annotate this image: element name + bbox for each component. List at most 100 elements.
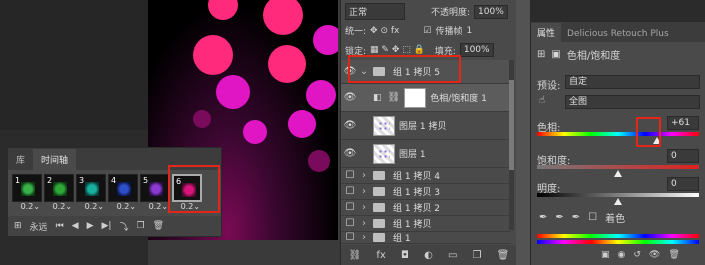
eyedropper-plus-icon[interactable]: ✒ [555,212,563,223]
clip-icon[interactable]: ▣ [601,250,610,260]
chevron-right-icon[interactable]: › [359,232,369,243]
visibility-box[interactable]: ☐ [341,186,359,197]
frame-3[interactable]: 3 0.2⌄ [76,174,106,212]
chevron-right-icon[interactable]: › [359,170,369,181]
trash-icon[interactable]: 🗑 [497,250,510,261]
eye-icon[interactable]: 👁 [341,92,359,103]
layers-panel: 正常 不透明度: 100% 统一: ✥ ⊙ fx ☑ 传播帧 1 锁定: ▦ ✎… [340,0,517,265]
convert-timeline-icon[interactable]: ⊞ [14,221,22,231]
layer-row[interactable]: 👁 ◧ ⛓ 色相/饱和度 1 [341,84,511,112]
prev-frame-icon[interactable]: ◀ [72,221,79,231]
link-icon[interactable]: ⛓ [349,250,362,261]
folder-icon [373,233,385,242]
visibility-box[interactable]: ☐ [341,170,359,181]
hand-icon[interactable]: ☝ [539,95,545,106]
lock-icons[interactable]: ▦ ✎ ✥ ⬚ 🔒 [370,45,425,55]
saturation-bar [537,165,699,169]
panel-divider [516,0,530,265]
loop-select[interactable]: 永远 [30,220,48,233]
layers-scrollbar[interactable] [509,60,514,230]
folder-icon [373,171,385,180]
tab-timeline[interactable]: 时间轴 [33,149,77,170]
new-layer-icon[interactable]: ❐ [473,250,482,261]
saturation-field[interactable]: 0 [667,149,699,163]
next-frame-icon[interactable]: ▶| [102,221,112,231]
highlight-hue-slider [636,117,661,147]
hue-field[interactable]: +61 [667,116,699,130]
layer-thumb [373,143,395,164]
lightness-slider[interactable] [614,198,622,205]
layer-row[interactable]: ☐ › 组 1 拷贝 2 [341,200,511,216]
reset-icon[interactable]: ↺ [633,250,641,260]
layer-row[interactable]: ☐ › 组 1 拷贝 [341,216,511,232]
chevron-right-icon[interactable]: › [359,186,369,197]
delete-frame-icon[interactable]: 🗑 [153,221,164,231]
blend-mode-select[interactable]: 正常 [345,3,405,20]
fx-icon[interactable]: fx [376,250,385,261]
preset-select[interactable]: 自定 [565,75,700,89]
propagate-num: 1 [466,25,473,36]
frame-1[interactable]: 1 0.2⌄ [12,174,42,212]
group-icon[interactable]: ▭ [448,250,457,261]
eye-icon[interactable]: 👁 [341,120,359,131]
opacity-label: 不透明度: [431,8,471,18]
highlight-frame-6 [168,165,220,213]
fill-field[interactable]: 100% [459,43,494,57]
visibility-box[interactable]: ☐ [341,202,359,213]
play-icon[interactable]: ▶ [87,221,94,231]
layer-row[interactable]: 👁 图层 1 [341,140,511,168]
opacity-field[interactable]: 100% [474,4,508,19]
visibility-icon[interactable]: 👁 [649,250,660,260]
layer-row[interactable]: ☐ › 组 1 拷贝 3 [341,184,511,200]
frame-5[interactable]: 5 0.2⌄ [140,174,170,212]
adjustment-icon: ⊞ [537,49,546,60]
chevron-right-icon[interactable]: › [359,218,369,229]
folder-icon [373,219,385,228]
propagate-label: 传播帧 [435,27,463,37]
tab-properties[interactable]: 属性 [531,23,562,42]
adjustment-layer-icon[interactable]: ◐ [424,250,433,261]
chevron-right-icon[interactable]: › [359,202,369,213]
propagate-checkbox[interactable]: ☑ [423,26,431,36]
eye-icon[interactable]: 👁 [341,148,359,159]
folder-icon [373,203,385,212]
mask-icon: ▣ [551,49,561,60]
unify-icons[interactable]: ✥ ⊙ fx [370,26,399,36]
chain-icon: ⛓ [387,92,401,103]
lightness-field[interactable]: 0 [667,177,699,191]
layer-row[interactable]: ☐ › 组 1 拷贝 4 [341,168,511,184]
tween-icon[interactable]: ⤵ [119,220,128,233]
source-spectrum [537,234,699,238]
colorize-label: 着色 [605,214,626,225]
layer-row[interactable]: 👁 图层 1 拷贝 [341,112,511,140]
highlight-group-layer [348,55,461,83]
visibility-box[interactable]: ☐ [341,232,359,243]
folder-icon [373,187,385,196]
visibility-box[interactable]: ☐ [341,218,359,229]
tab-library[interactable]: 库 [8,149,33,170]
mask-icon[interactable]: ◘ [401,250,409,261]
workspace-bg [0,0,148,130]
layers-toolbar: ⛓ fx ◘ ◐ ▭ ❐ 🗑 [341,245,517,265]
colorize-checkbox[interactable]: ☐ [588,212,597,223]
mask-thumb [404,87,427,108]
view-previous-icon[interactable]: ◉ [618,250,626,260]
properties-title: 色相/饱和度 [566,51,621,62]
frame-4[interactable]: 4 0.2⌄ [108,174,138,212]
duplicate-frame-icon[interactable]: ❐ [137,221,145,231]
result-spectrum [537,240,699,244]
eyedropper-minus-icon[interactable]: ✒ [572,212,580,223]
frame-2[interactable]: 2 0.2⌄ [44,174,74,212]
trash-icon[interactable]: 🗑 [668,250,679,260]
channel-select[interactable]: 全图 [565,95,700,109]
tab-delicious-retouch[interactable]: Delicious Retouch Plus [561,26,675,42]
layer-row[interactable]: ☐ › 组 1 [341,232,511,244]
eyedropper-icon[interactable]: ✒ [539,212,547,223]
top-right-area [530,0,705,22]
adjustment-icon: ◧ [373,92,382,103]
unify-label: 统一: [345,27,367,37]
preset-label: 预设: [537,81,561,92]
saturation-slider[interactable] [614,170,622,177]
hue-bar [537,132,699,136]
first-frame-icon[interactable]: ⏮ [56,221,64,231]
